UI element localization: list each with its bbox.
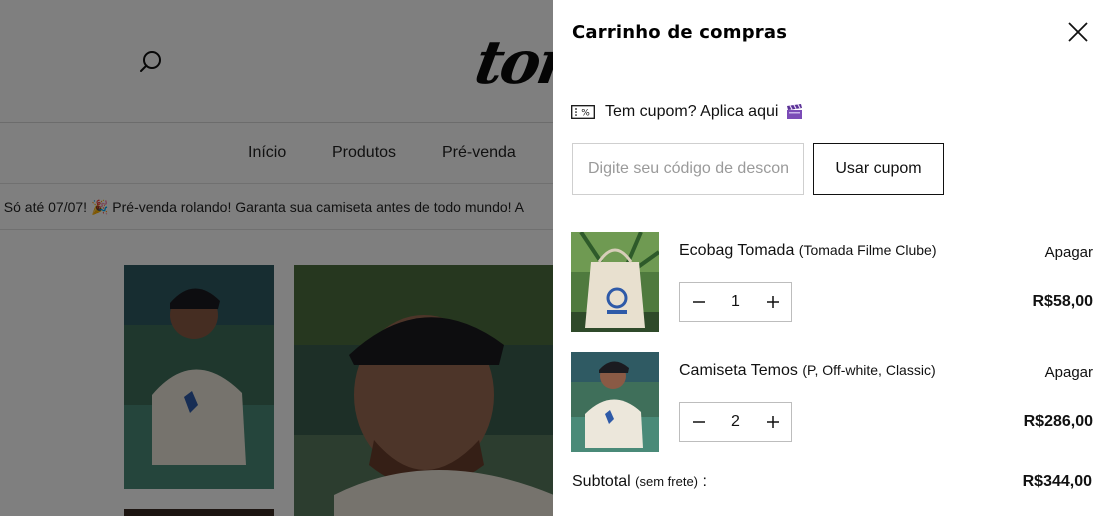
remove-item-button[interactable]: Apagar (1045, 364, 1093, 381)
apply-coupon-button[interactable]: Usar cupom (813, 143, 944, 195)
subtotal-value: R$344,00 (1022, 473, 1092, 490)
cart-item: Ecobag Tomada (Tomada Filme Clube) Apaga… (571, 232, 1093, 332)
product-title: Ecobag Tomada (679, 242, 795, 259)
coupon-toggle[interactable]: % Tem cupom? Aplica aqui (571, 101, 803, 123)
cart-title: Carrinho de compras (572, 22, 788, 43)
remove-item-button[interactable]: Apagar (1045, 244, 1093, 261)
close-icon[interactable] (1066, 20, 1090, 44)
increase-quantity-button[interactable] (754, 403, 791, 441)
quantity-stepper: 1 (679, 282, 792, 322)
cart-drawer: Carrinho de compras % Tem cupom? Aplica … (553, 0, 1114, 516)
coupon-toggle-label: Tem cupom? Aplica aqui (605, 103, 779, 120)
decrease-quantity-button[interactable] (680, 403, 717, 441)
subtotal-text: Subtotal (572, 473, 631, 490)
product-name[interactable]: Camiseta Temos (P, Off-white, Classic) (679, 362, 936, 380)
quantity-stepper: 2 (679, 402, 792, 442)
coupon-code-input[interactable] (572, 143, 804, 195)
product-variant: (P, Off-white, Classic) (802, 362, 936, 378)
subtotal-label: Subtotal (sem frete) : (572, 473, 707, 491)
product-variant: (Tomada Filme Clube) (798, 242, 937, 258)
product-image-ecobag[interactable] (571, 232, 659, 332)
product-name[interactable]: Ecobag Tomada (Tomada Filme Clube) (679, 242, 937, 260)
item-price: R$286,00 (1023, 413, 1093, 430)
product-image-camiseta[interactable] (571, 352, 659, 452)
minus-icon (692, 301, 705, 303)
minus-icon (692, 421, 705, 423)
svg-text:%: % (581, 109, 590, 119)
subtotal-colon: : (698, 473, 707, 490)
plus-icon (766, 296, 779, 308)
subtotal-row: Subtotal (sem frete) : R$344,00 (572, 473, 1092, 495)
cart-item: Camiseta Temos (P, Off-white, Classic) A… (571, 352, 1093, 452)
plus-icon (766, 416, 779, 428)
increase-quantity-button[interactable] (754, 283, 791, 321)
quantity-value[interactable]: 1 (717, 293, 754, 311)
percent-ticket-icon: % (571, 105, 595, 119)
item-price: R$58,00 (1032, 293, 1094, 310)
subtotal-note: (sem frete) (635, 474, 699, 489)
quantity-value[interactable]: 2 (717, 413, 754, 431)
decrease-quantity-button[interactable] (680, 283, 717, 321)
product-title: Camiseta Temos (679, 362, 798, 379)
clapperboard-icon (787, 104, 803, 119)
